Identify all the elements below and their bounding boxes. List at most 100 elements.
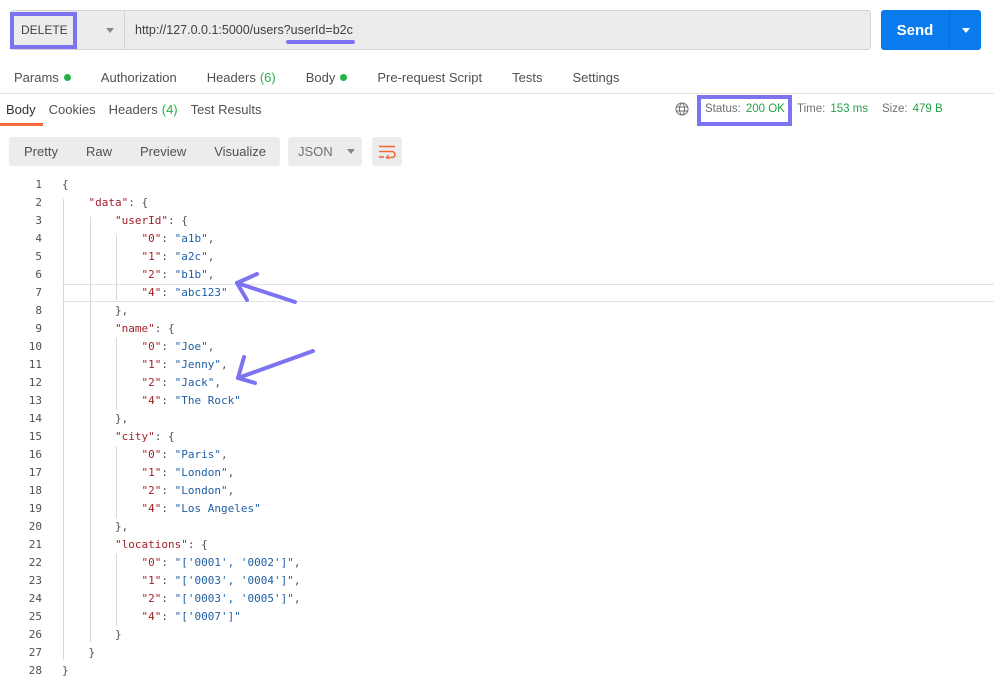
url-input[interactable]: http://127.0.0.1:5000/users?userId=b2c	[125, 23, 353, 37]
line-number: 25	[28, 610, 42, 623]
tab-settings[interactable]: Settings	[572, 69, 619, 85]
code-text: "4": "['0007']"	[141, 610, 241, 623]
code-line: 3 "userId": {	[0, 212, 994, 230]
line-number: 15	[28, 430, 42, 443]
format-label: JSON	[298, 144, 333, 159]
code-text: }	[62, 664, 69, 677]
chevron-down-icon	[961, 27, 970, 33]
line-number: 24	[28, 592, 42, 605]
send-button[interactable]: Send	[881, 22, 949, 39]
wrap-lines-button[interactable]	[372, 137, 402, 166]
annotation-method-box	[10, 12, 77, 49]
view-preview[interactable]: Preview	[140, 144, 186, 159]
code-line: 21 "locations": {	[0, 536, 994, 554]
code-text: "4": "The Rock"	[141, 394, 241, 407]
tab-params[interactable]: Params	[14, 69, 71, 85]
code-line: 22 "0": "['0001', '0002']",	[0, 554, 994, 572]
response-size: Size: 479 B	[882, 103, 943, 115]
code-text: "2": "Jack",	[141, 376, 221, 389]
status-dot-icon	[340, 73, 348, 81]
tab-authorization[interactable]: Authorization	[101, 69, 177, 85]
code-line: 1{	[0, 176, 994, 194]
code-text: "2": "['0003', '0005']",	[141, 592, 301, 605]
line-number: 7	[35, 286, 42, 299]
line-number: 21	[28, 538, 42, 551]
response-body-editor[interactable]: 1{2 "data": {3 "userId": {4 "0": "a1b", 5…	[0, 176, 994, 680]
code-text: },	[62, 520, 129, 533]
code-line: 26 }	[0, 626, 994, 644]
code-text: }	[62, 646, 96, 659]
line-number: 13	[28, 394, 42, 407]
tab-label: Headers	[206, 69, 256, 85]
code-text: "1": "Jenny",	[141, 358, 228, 371]
view-visualize[interactable]: Visualize	[214, 144, 266, 159]
indent-guide	[63, 199, 64, 660]
code-line: 10 "0": "Joe",	[0, 338, 994, 356]
line-number: 19	[28, 502, 42, 515]
tab-label: Settings	[572, 69, 620, 85]
line-number: 22	[28, 556, 42, 569]
status-dot-icon	[63, 73, 71, 81]
code-text: "city": {	[114, 430, 175, 443]
line-number: 5	[35, 250, 42, 263]
tab-label: Body	[305, 69, 336, 85]
line-number: 11	[28, 358, 42, 371]
line-number: 18	[28, 484, 42, 497]
line-number: 4	[35, 232, 42, 245]
tab-body[interactable]: Body	[306, 69, 348, 85]
chevron-down-icon	[346, 149, 355, 154]
format-select[interactable]: JSON	[288, 137, 362, 166]
tab-count: (4)	[161, 102, 178, 117]
indent-guide	[116, 446, 117, 518]
response-tab-test-results[interactable]: Test Results	[191, 102, 262, 117]
code-text: "locations": {	[114, 538, 208, 551]
code-text: "1": "London",	[141, 466, 235, 479]
response-tab-headers[interactable]: Headers (4)	[109, 102, 178, 117]
code-line: 17 "1": "London",	[0, 464, 994, 482]
tab-label: Headers	[108, 102, 158, 117]
line-number: 3	[35, 214, 42, 227]
code-line: 14 },	[0, 410, 994, 428]
code-text: "0": "['0001', '0002']",	[141, 556, 301, 569]
code-line: 13 "4": "The Rock"	[0, 392, 994, 410]
tab-label: Params	[14, 69, 59, 85]
annotation-status-box	[697, 95, 792, 126]
line-number: 14	[28, 412, 42, 425]
code-line: 4 "0": "a1b",	[0, 230, 994, 248]
tab-tests[interactable]: Tests	[512, 69, 542, 85]
tab-label: Authorization	[100, 69, 177, 85]
line-number: 6	[35, 268, 42, 281]
code-text: "1": "['0003', '0004']",	[141, 574, 301, 587]
code-text: },	[62, 304, 129, 317]
code-line: 18 "2": "London",	[0, 482, 994, 500]
code-line: 24 "2": "['0003', '0005']",	[0, 590, 994, 608]
globe-icon[interactable]	[675, 102, 689, 116]
code-text: "0": "a1b",	[141, 232, 215, 245]
tab-count: (6)	[259, 69, 276, 85]
code-line: 11 "1": "Jenny",	[0, 356, 994, 374]
response-tab-cookies[interactable]: Cookies	[49, 102, 96, 117]
line-number: 2	[35, 196, 42, 209]
response-tab-body[interactable]: Body	[6, 102, 36, 117]
code-line: 5 "1": "a2c",	[0, 248, 994, 266]
view-pretty[interactable]: Pretty	[24, 144, 58, 159]
indent-guide	[116, 235, 117, 300]
code-line: 15 "city": {	[0, 428, 994, 446]
tab-label: Pre-request Script	[377, 69, 483, 85]
tab-headers[interactable]: Headers (6)	[207, 69, 276, 85]
line-number: 10	[28, 340, 42, 353]
tab-label: Tests	[512, 69, 543, 85]
line-number: 17	[28, 466, 42, 479]
indent-guide	[90, 217, 91, 642]
code-text: "1": "a2c",	[141, 250, 215, 263]
line-number: 26	[28, 628, 42, 641]
view-raw[interactable]: Raw	[86, 144, 112, 159]
code-line: 27 }	[0, 644, 994, 662]
tab-pre-request-script[interactable]: Pre-request Script	[377, 69, 482, 85]
send-options-button[interactable]	[950, 27, 981, 33]
code-line: 23 "1": "['0003', '0004']",	[0, 572, 994, 590]
code-text: {	[62, 178, 69, 191]
request-tabs: Params Authorization Headers (6) Body Pre…	[14, 69, 649, 85]
code-text: }	[62, 628, 122, 641]
code-line: 6 "2": "b1b",	[0, 266, 994, 284]
